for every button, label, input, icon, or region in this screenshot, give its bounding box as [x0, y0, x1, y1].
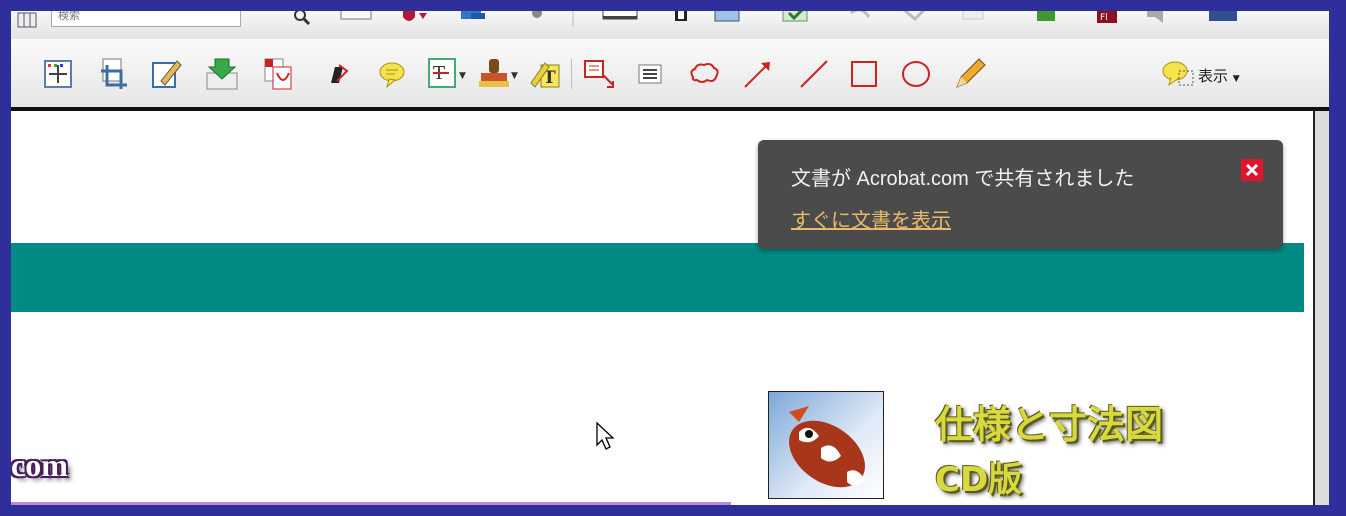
grid-icon[interactable]	[15, 11, 41, 35]
share-notification: 文書が Acrobat.com で共有されました すぐに文書を表示	[758, 140, 1283, 249]
screen-icon[interactable]	[1207, 11, 1241, 35]
toolbar-separator	[571, 59, 572, 89]
share-icon[interactable]	[459, 11, 489, 35]
edit-document-icon[interactable]	[149, 57, 183, 91]
notification-message: 文書が Acrobat.com で共有されました	[791, 168, 1135, 190]
mouse-cursor-icon	[595, 421, 615, 451]
image-icon[interactable]	[713, 11, 743, 35]
import-icon[interactable]	[205, 57, 239, 91]
flash-icon[interactable]: Fl	[1095, 11, 1121, 35]
display-menu-button[interactable]: 表示 ▼	[1198, 65, 1240, 86]
product-title: 仕様と寸法図	[935, 403, 1164, 447]
show-comments-icon[interactable]	[1161, 57, 1195, 91]
pdf-convert-icon[interactable]	[261, 57, 295, 91]
text-edit-icon[interactable]: T	[427, 57, 461, 91]
print-icon[interactable]	[671, 11, 693, 35]
undo-icon[interactable]	[847, 11, 877, 35]
rectangle-icon[interactable]	[847, 57, 881, 91]
cloud-icon[interactable]	[687, 57, 721, 91]
text-callout-icon[interactable]	[583, 57, 617, 91]
redo-icon[interactable]	[899, 11, 929, 35]
pencil-icon[interactable]	[953, 57, 987, 91]
toolbar-divider-icon	[571, 11, 575, 35]
top-toolbar: Fl	[11, 11, 1329, 40]
redact-icon[interactable]	[321, 57, 355, 91]
box-icon[interactable]	[959, 11, 989, 35]
clownfish-image[interactable]	[768, 391, 884, 499]
sticky-note-icon[interactable]	[375, 57, 409, 91]
green-cube-icon[interactable]	[1033, 11, 1063, 35]
oval-icon[interactable]	[899, 57, 933, 91]
application-window: Fl T ▼ ▼	[11, 11, 1329, 505]
close-icon[interactable]	[1241, 159, 1263, 181]
search-input[interactable]	[51, 11, 241, 27]
toolbar-divider	[11, 107, 1329, 111]
line-icon[interactable]	[797, 57, 831, 91]
arrow-icon[interactable]	[741, 57, 775, 91]
purple-divider	[11, 502, 731, 505]
vertical-scrollbar[interactable]	[1313, 111, 1329, 505]
check-icon[interactable]	[781, 11, 811, 35]
page-icon[interactable]	[339, 11, 373, 35]
crop-icon[interactable]	[97, 57, 131, 91]
svg-text:Fl: Fl	[1100, 13, 1108, 23]
comment-heart-icon[interactable]	[399, 11, 429, 35]
attach-icon[interactable]	[527, 11, 549, 35]
magnifier-icon[interactable]	[291, 11, 313, 35]
view-document-link[interactable]: すぐに文書を表示	[791, 204, 951, 233]
chevron-down-icon: ▼	[1232, 74, 1240, 84]
text-box-icon[interactable]	[633, 57, 667, 91]
window-icon[interactable]	[601, 11, 641, 35]
stamp-icon[interactable]	[477, 57, 511, 91]
comment-toolbar: T ▼ ▼ T 表示 ▼	[11, 39, 1329, 108]
text-edit-dropdown-icon[interactable]: ▼	[459, 71, 466, 81]
speaker-icon[interactable]	[1143, 11, 1177, 35]
site-logo-text: com	[11, 447, 68, 483]
display-menu-label: 表示	[1198, 67, 1229, 85]
highlight-text-icon[interactable]: T	[529, 57, 563, 91]
stamp-dropdown-icon[interactable]: ▼	[511, 71, 518, 81]
product-subtitle: CD版	[935, 460, 1023, 500]
teal-banner	[11, 243, 1304, 312]
select-object-icon[interactable]	[41, 57, 75, 91]
